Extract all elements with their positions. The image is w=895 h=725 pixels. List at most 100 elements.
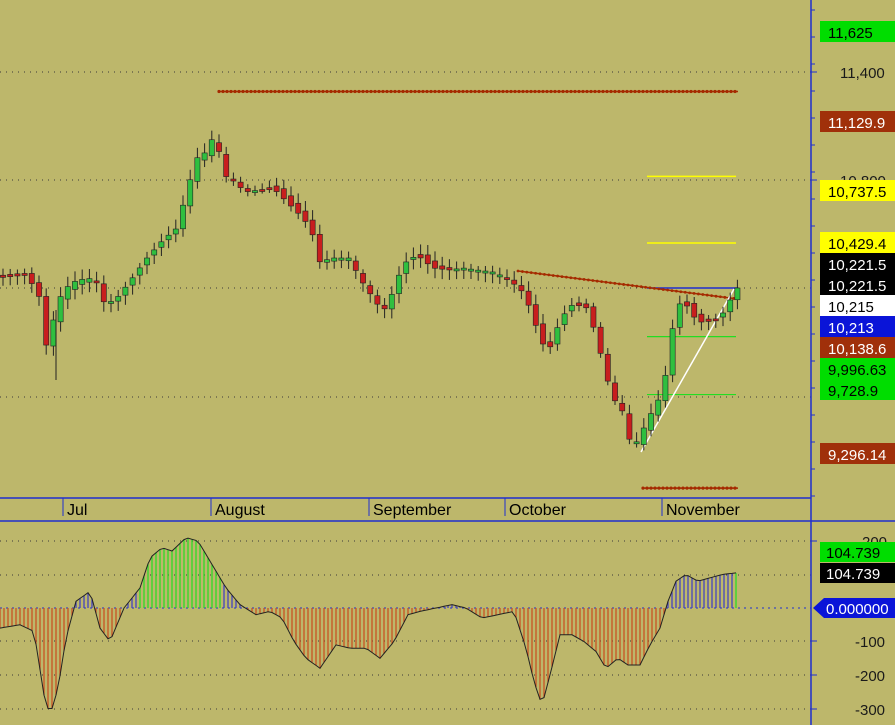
candle-body	[14, 273, 21, 277]
candle-body	[50, 319, 57, 347]
support-level-line-dot	[713, 486, 717, 490]
trend-line-dot	[609, 281, 612, 285]
candle-body	[669, 328, 676, 376]
candle-body	[136, 267, 143, 276]
resistance-level-line-dot	[345, 89, 349, 94]
trend-line-dot	[670, 289, 674, 292]
resistance-level-line-dot	[473, 89, 477, 94]
resistance-level-line-dot	[217, 89, 221, 94]
resistance-level-line-dot	[341, 89, 345, 94]
resistance-level-line-dot	[293, 89, 297, 94]
indicator-tag-label: 0.000000	[826, 601, 889, 618]
support-level-line-dot	[657, 486, 661, 490]
price-chart: Jul August September October November 11,400 1…	[0, 0, 895, 725]
candle-body	[338, 257, 345, 261]
candle-body	[734, 287, 741, 301]
trend-line-dot	[547, 273, 551, 277]
trend-line-dot	[631, 284, 634, 287]
trend-line-dot	[587, 278, 590, 282]
indicator-tag-label: 104.739	[826, 545, 880, 562]
trend-line-dot	[719, 295, 722, 299]
resistance-level-line-dot	[369, 89, 373, 94]
resistance-level-line-dot	[285, 89, 289, 94]
candle-body	[28, 273, 35, 284]
resistance-level-line-dot	[517, 89, 521, 94]
resistance-level-line-dot	[613, 89, 617, 94]
candle-body	[604, 353, 611, 382]
candle-body	[151, 249, 158, 256]
resistance-level-line-dot	[533, 89, 537, 94]
resistance-level-line-dot	[637, 89, 641, 94]
resistance-level-line-dot	[361, 89, 365, 94]
candle-body	[504, 277, 510, 280]
trend-line-dot	[543, 272, 546, 276]
resistance-level-line-dot	[297, 89, 301, 94]
resistance-level-line-dot	[501, 89, 505, 94]
resistance-level-line-dot	[421, 89, 425, 94]
candle-body	[201, 152, 208, 161]
resistance-level-line-dot	[569, 89, 573, 94]
trend-line-dot	[710, 294, 713, 298]
candle-body	[194, 157, 201, 182]
resistance-level-line-dot	[729, 89, 733, 94]
candle-body	[115, 296, 122, 302]
candle-body	[360, 273, 366, 284]
support-level-line-dot	[665, 486, 669, 490]
resistance-level-line-dot	[593, 89, 597, 94]
resistance-level-line-dot	[485, 89, 489, 94]
resistance-level-line-dot	[357, 89, 361, 94]
candle-body	[568, 305, 575, 312]
support-level-line-dot	[733, 486, 737, 490]
resistance-level-line-dot	[281, 89, 285, 94]
candle-body	[432, 260, 438, 269]
resistance-level-line-dot	[433, 89, 437, 94]
candle-body	[316, 234, 323, 263]
trend-line-dot	[560, 275, 564, 278]
candle-body	[244, 188, 251, 192]
candle-body	[727, 299, 734, 313]
candle-body	[453, 268, 460, 272]
resistance-level-line-dot	[437, 89, 441, 94]
candle-body	[676, 303, 683, 328]
resistance-level-line-dot	[261, 89, 265, 94]
resistance-level-line-dot	[381, 89, 385, 94]
resistance-level-line-dot	[389, 89, 393, 94]
candle-body	[439, 265, 446, 270]
resistance-level-line-dot	[617, 89, 621, 94]
indicator-axis-label: -200	[855, 668, 885, 685]
resistance-level-line-dot	[665, 89, 669, 94]
support-level-line-dot	[693, 486, 697, 490]
candle-body	[36, 282, 42, 297]
support-level-line-dot	[697, 486, 701, 490]
trend-line-dot	[697, 292, 700, 296]
candle-body	[576, 302, 582, 307]
support-level-line-dot	[709, 486, 713, 490]
resistance-level-line-dot	[405, 89, 409, 94]
resistance-level-line-dot	[545, 89, 549, 94]
trend-line-dot	[639, 285, 643, 289]
resistance-level-line-dot	[609, 89, 613, 94]
price-tag-label: 9,296.14	[828, 447, 886, 464]
candle-body	[482, 270, 489, 274]
resistance-level-line-dot	[289, 89, 293, 94]
trend-line-dot	[529, 271, 533, 275]
resistance-level-line-dot	[561, 89, 565, 94]
resistance-level-line-dot	[629, 89, 633, 94]
support-level-line-dot	[689, 486, 693, 490]
candle-body	[288, 195, 294, 207]
trend-line-dot	[591, 279, 595, 282]
resistance-level-line-dot	[529, 89, 533, 94]
candle-body	[208, 139, 215, 157]
support-level-line-dot	[661, 486, 665, 490]
resistance-level-line-dot	[265, 89, 269, 94]
candle-body	[640, 427, 647, 445]
resistance-level-line-dot	[313, 89, 317, 94]
support-level-line-dot	[685, 486, 689, 490]
resistance-level-line-dot	[377, 89, 381, 94]
candle-body	[662, 375, 669, 402]
candle-body	[331, 257, 338, 262]
trend-line-dot	[595, 279, 599, 283]
resistance-level-line-dot	[273, 89, 277, 94]
candle-body	[302, 210, 309, 222]
resistance-level-line-dot	[717, 89, 721, 94]
